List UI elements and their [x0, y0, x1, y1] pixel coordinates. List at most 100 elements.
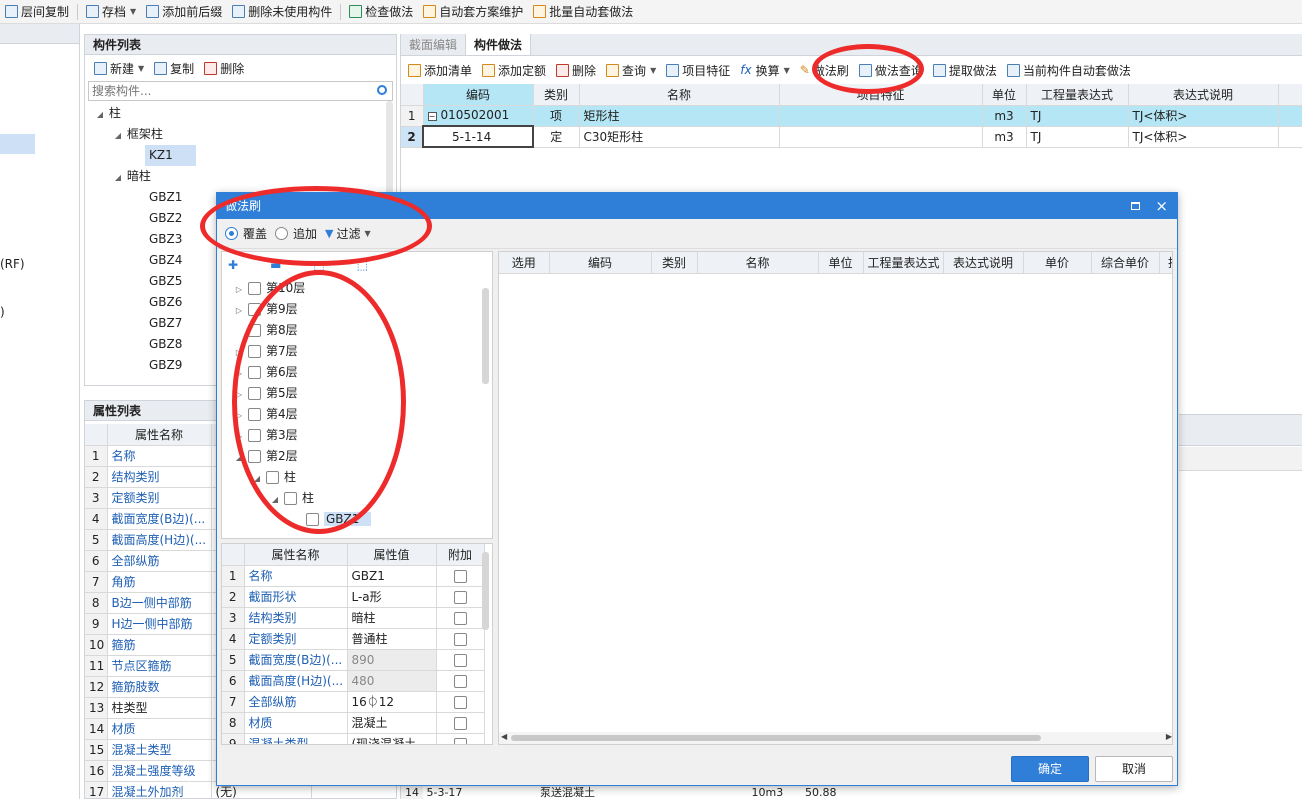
tree-checkbox[interactable] — [266, 471, 279, 484]
filter-icon[interactable]: ▼ — [325, 227, 333, 240]
search-icon[interactable] — [377, 85, 387, 95]
table-row[interactable]: 7 全部纵筋 16⏀12 — [222, 691, 485, 713]
tree-checkbox[interactable] — [306, 513, 319, 526]
tree-node-gbz2[interactable]: GBZ2 — [149, 208, 182, 229]
tree-checkbox[interactable] — [248, 303, 261, 316]
tree-node-gbz4[interactable]: GBZ4 — [149, 250, 182, 271]
method-query-button[interactable]: 做法查询 — [854, 58, 928, 82]
delete-component-button[interactable]: 删除 — [199, 56, 249, 80]
tree-checkbox[interactable] — [248, 429, 261, 442]
maximize-icon[interactable] — [1131, 202, 1140, 210]
tree-floor-item[interactable]: 第8层 — [234, 320, 298, 341]
table-row[interactable]: 9 混凝土类型 (现浇混凝土... — [222, 733, 485, 744]
new-component-button[interactable]: 新建 ▼ — [89, 56, 149, 80]
expand-all-icon[interactable]: ✚ — [228, 258, 238, 272]
extract-method-button[interactable]: 提取做法 — [928, 58, 1002, 82]
expand-arrow-icon[interactable]: ▷ — [234, 426, 244, 447]
delete-unused-button[interactable]: 删除未使用构件 — [227, 0, 337, 24]
cancel-button[interactable]: 取消 — [1095, 756, 1173, 782]
tree-node-gbz6[interactable]: GBZ6 — [149, 292, 182, 313]
append-label[interactable]: 追加 — [293, 225, 317, 242]
auto-scheme-button[interactable]: 自动套方案维护 — [418, 0, 528, 24]
tab-component-method[interactable]: 构件做法 — [465, 34, 532, 55]
overwrite-radio[interactable] — [225, 227, 238, 240]
collapse-minus-icon[interactable]: − — [427, 112, 437, 122]
dialog-method-hscroll[interactable]: ◀ ▶ — [499, 732, 1172, 744]
tree-node-gbz3[interactable]: GBZ3 — [149, 229, 182, 250]
tree-checkbox[interactable] — [248, 450, 261, 463]
tree-node-gbz5[interactable]: GBZ5 — [149, 271, 182, 292]
tree-checkbox[interactable] — [248, 366, 261, 379]
overwrite-label[interactable]: 覆盖 — [243, 225, 267, 242]
dialog-property-scrollbar[interactable] — [482, 552, 489, 630]
tree-floor-item[interactable]: ▷ 第10层 — [234, 278, 305, 299]
table-row[interactable]: 1 −010502001 项 矩形柱 m3 TJ TJ<体积> — [401, 105, 1302, 127]
component-search-input[interactable] — [89, 82, 349, 100]
tree-node-gbz8[interactable]: GBZ8 — [149, 334, 182, 355]
append-radio[interactable] — [275, 227, 289, 240]
tree-floor-item[interactable]: ▷ 第7层 — [234, 341, 298, 362]
expand-arrow-icon[interactable]: ▷ — [234, 342, 244, 363]
attach-checkbox[interactable] — [453, 674, 467, 688]
attach-checkbox[interactable] — [453, 569, 467, 583]
filter-button[interactable]: 过滤 — [337, 225, 361, 242]
copy-component-button[interactable]: 复制 — [149, 56, 199, 80]
deselect-all-icon[interactable]: ⬚ — [357, 258, 368, 272]
query-button[interactable]: 查询 ▼ — [601, 58, 661, 82]
tree-floor-item[interactable]: ◢ 第2层 — [234, 446, 298, 467]
tree-node-gbz9[interactable]: GBZ9 — [149, 355, 182, 376]
attach-checkbox[interactable] — [453, 611, 467, 625]
tree-node-hidden-column[interactable]: ◢ 暗柱 — [113, 166, 151, 187]
tree-node-gbz1[interactable]: GBZ1 — [149, 187, 182, 208]
attach-checkbox[interactable] — [453, 590, 467, 604]
tree-floor-item[interactable]: ▷ 第9层 — [234, 299, 298, 320]
chevron-down-icon[interactable]: ▼ — [365, 229, 371, 238]
archive-button[interactable]: 存档 ▼ — [81, 0, 141, 24]
collapse-arrow-icon[interactable]: ◢ — [252, 468, 262, 489]
scroll-left-icon[interactable]: ◀ — [501, 732, 507, 741]
component-search-box[interactable] — [88, 81, 393, 101]
attach-checkbox[interactable] — [453, 716, 467, 730]
table-row[interactable]: 8 材质 混凝土 — [222, 712, 485, 734]
collapse-arrow-icon[interactable]: ◢ — [113, 125, 123, 146]
tree-checkbox[interactable] — [248, 282, 261, 295]
tree-floor-item[interactable]: ▷ 第4层 — [234, 404, 298, 425]
table-row[interactable]: 2 截面形状 L-a形 — [222, 586, 485, 608]
tree-checkbox[interactable] — [248, 387, 261, 400]
collapse-all-icon[interactable]: ▬ — [270, 258, 281, 272]
expand-arrow-icon[interactable]: ▷ — [234, 300, 244, 321]
tree-checkbox[interactable] — [248, 408, 261, 421]
collapse-arrow-icon[interactable]: ◢ — [270, 489, 280, 510]
current-auto-method-button[interactable]: 当前构件自动套做法 — [1002, 58, 1136, 82]
table-row[interactable]: 5 截面宽度(B边)(... 890 — [222, 649, 485, 671]
tree-node-column[interactable]: ◢ 柱 — [95, 103, 121, 124]
tree-checkbox[interactable] — [248, 324, 261, 337]
add-bill-button[interactable]: 添加清单 — [403, 58, 477, 82]
tree-floor-item[interactable]: ▷ 第3层 — [234, 425, 298, 446]
table-row[interactable]: 6 截面高度(H边)(... 480 — [222, 670, 485, 692]
left-nav-selected-item[interactable] — [0, 134, 35, 154]
attach-checkbox[interactable] — [453, 653, 467, 667]
tree-checkbox[interactable] — [248, 345, 261, 358]
scroll-thumb[interactable] — [511, 735, 1041, 741]
tab-section-edit[interactable]: 截面编辑 — [401, 34, 465, 55]
add-quota-button[interactable]: 添加定额 — [477, 58, 551, 82]
select-all-icon[interactable]: ⬚ — [313, 258, 324, 272]
tree-floor-item[interactable]: ▷ 第5层 — [234, 383, 298, 404]
delete-method-button[interactable]: 删除 — [551, 58, 601, 82]
attach-checkbox[interactable] — [453, 737, 467, 744]
collapse-arrow-icon[interactable]: ◢ — [234, 447, 244, 468]
tree-node-kz1[interactable]: KZ1 — [145, 145, 196, 166]
tree-category-item[interactable]: ◢ 柱 — [252, 467, 296, 488]
close-icon[interactable]: × — [1155, 193, 1168, 219]
batch-auto-method-button[interactable]: 批量自动套做法 — [528, 0, 638, 24]
add-prefix-suffix-button[interactable]: 添加前后缀 — [141, 0, 227, 24]
expand-arrow-icon[interactable]: ▷ — [234, 384, 244, 405]
item-feature-button[interactable]: 项目特征 — [661, 58, 735, 82]
table-row[interactable]: 1 名称 GBZ1 — [222, 565, 485, 587]
table-row[interactable]: 2 5-1-14 定 C30矩形柱 m3 TJ TJ<体积> — [401, 125, 1302, 148]
tree-node-frame-column[interactable]: ◢ 框架柱 — [113, 124, 163, 145]
floor-tree-scrollbar[interactable] — [482, 288, 489, 384]
collapse-arrow-icon[interactable]: ◢ — [95, 104, 105, 125]
expand-arrow-icon[interactable]: ▷ — [234, 405, 244, 426]
